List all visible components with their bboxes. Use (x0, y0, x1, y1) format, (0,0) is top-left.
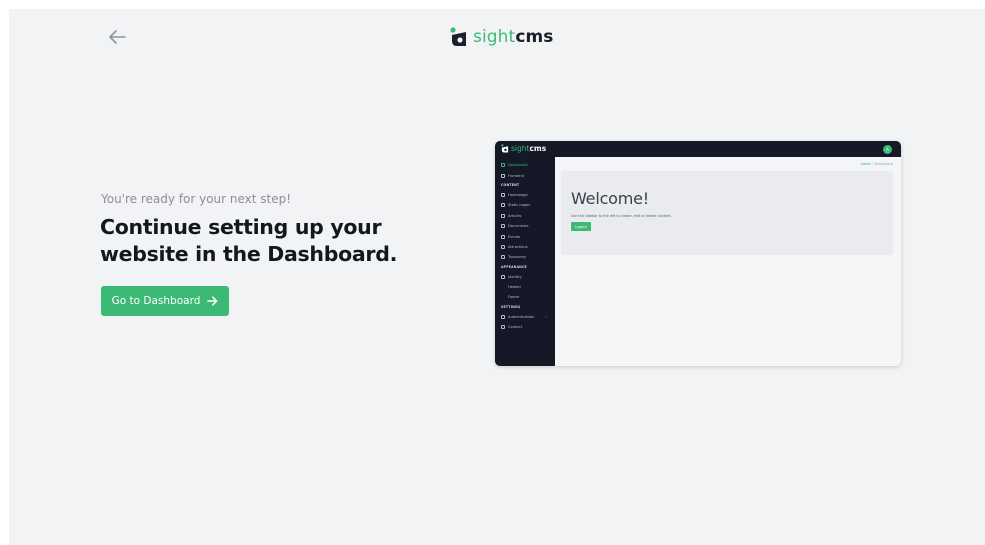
preview-logo-icon (501, 144, 509, 153)
logo-text-sight: sight (473, 26, 516, 47)
arrow-right-icon (207, 296, 218, 306)
preview-logo-sight: sight (511, 143, 530, 153)
preview-breadcrumb-current: Dashboard (874, 162, 893, 166)
home-icon (501, 192, 505, 197)
article-icon (501, 213, 505, 218)
preview-sidebar-item: Footer (495, 292, 555, 302)
preview-sidebar-item: Taxonomy (495, 252, 555, 262)
preview-topbar: sightcms A (495, 141, 901, 157)
arrow-left-icon (109, 30, 126, 44)
preview-sidebar-item: Header (495, 282, 555, 292)
back-button[interactable] (104, 24, 130, 50)
page-title: Continue setting up your website in the … (100, 215, 398, 266)
preview-sidebar-item-label: Frontend (508, 173, 524, 178)
preview-sidebar-item: Contact (495, 322, 555, 332)
preview-sidebar-item: Frontend (495, 170, 555, 180)
preview-sidebar-item-label: Identity (508, 274, 522, 279)
preview-sidebar-item: Articles (495, 211, 555, 221)
sightcms-logo-icon (450, 27, 466, 46)
eye-icon (501, 173, 505, 178)
tag-icon (501, 255, 505, 260)
key-icon (501, 314, 505, 319)
preview-breadcrumb-home: Admin (860, 162, 872, 166)
blank-icon (501, 285, 505, 289)
preview-hint-text: Use the sidebar to the left to create, e… (571, 214, 672, 218)
preview-sidebar-item-label: Static pages (508, 203, 531, 208)
preview-breadcrumb: Admin / Dashboard (860, 162, 893, 166)
preview-sidebar-item-label: Articles (508, 213, 522, 218)
logo: sightcms (450, 24, 554, 50)
preview-avatar: A (883, 145, 892, 154)
preview-sidebar-item-label: Dashboard (508, 163, 528, 168)
preview-sidebar-item-label: Header (508, 285, 522, 290)
calendar-icon (501, 234, 505, 239)
attraction-icon (501, 244, 505, 249)
preview-sidebar-item-label: Homepage (508, 192, 528, 197)
chevron-right-icon: › (545, 314, 547, 319)
preview-sidebar-item-label: Attractions (508, 244, 528, 249)
preview-sidebar-item-label: Footer (508, 295, 520, 300)
document-icon (501, 224, 505, 229)
preview-sidebar-item-label: Authentication (508, 314, 535, 319)
preview-sidebar-section: SETTINGS (501, 305, 521, 310)
preview-welcome-card: Welcome! Use the sidebar to the left to … (561, 171, 893, 255)
preview-welcome-title: Welcome! (571, 189, 650, 208)
preview-sidebar-item: Homepage (495, 190, 555, 200)
grid-icon (501, 163, 505, 168)
preview-sidebar-item: Documents (495, 221, 555, 231)
preview-logout-button: Logout (571, 222, 591, 231)
preview-logo: sightcms (501, 144, 546, 153)
blank-icon (501, 295, 505, 299)
go-to-dashboard-button[interactable]: Go to Dashboard (101, 286, 229, 316)
preview-sidebar-section: APPEARANCE (501, 265, 527, 270)
preview-sidebar-item: Attractions (495, 242, 555, 252)
subtitle: You're ready for your next step! (101, 192, 292, 206)
preview-sidebar-item-label: Events (508, 234, 521, 239)
preview-sidebar-item: Dashboard (495, 160, 555, 170)
preview-logo-cms: cms (529, 143, 547, 153)
preview-sidebar-item: Identity (495, 272, 555, 282)
preview-sidebar: Dashboard Frontend CONTENT Homepage Static p… (495, 157, 555, 366)
preview-sidebar-item-label: Taxonomy (508, 255, 527, 260)
brush-icon (501, 274, 505, 279)
preview-sidebar-section: CONTENT (501, 183, 520, 188)
logo-text-cms: cms (515, 26, 554, 47)
preview-breadcrumb-separator: / (872, 162, 874, 166)
dashboard-preview-image: sightcms A Dashboard Frontend CONTENT Homep… (495, 141, 901, 366)
preview-sidebar-item: Events (495, 231, 555, 241)
go-to-dashboard-label: Go to Dashboard (111, 295, 201, 307)
page-icon (501, 203, 505, 208)
preview-sidebar-item: Authentication › (495, 312, 555, 322)
contact-icon (501, 325, 505, 330)
preview-sidebar-item: Static pages (495, 200, 555, 210)
preview-sidebar-item-label: Contact (508, 325, 522, 330)
preview-sidebar-item-label: Documents (508, 224, 529, 229)
